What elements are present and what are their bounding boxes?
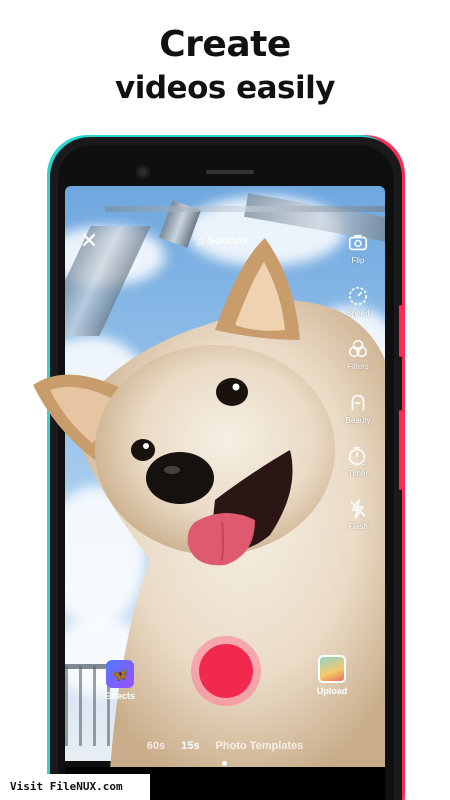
volume-button [399,410,402,490]
filters-icon [349,340,367,358]
mode-selector: 60s 15s Photo Templates [65,740,385,752]
beauty-button[interactable]: Beauty [340,392,376,425]
effects-button[interactable]: 🦋 Effects [100,660,140,701]
headline-line-2: videos easily [115,70,335,106]
sounds-button[interactable]: ♫ Sounds [195,233,248,248]
svg-text:3: 3 [362,458,367,467]
upload-button[interactable]: Upload [310,655,354,696]
filters-label: Filters [347,362,369,371]
record-button[interactable] [191,636,261,706]
speed-button[interactable]: Speed [340,285,376,318]
effects-label: Effects [104,691,135,701]
flash-icon [350,499,366,519]
speed-label: Speed [346,309,370,318]
music-note-icon: ♫ [195,233,205,248]
upload-thumbnail-icon [318,655,346,683]
timer-icon: 3 [348,446,367,467]
flip-label: Flip [351,256,365,265]
timer-button[interactable]: 3 Timer [340,445,376,478]
speed-icon [348,286,368,306]
watermark-text: Visit FileNUX.com [0,774,150,800]
flip-camera-icon [348,234,368,251]
earpiece-speaker [206,170,254,174]
flash-button[interactable]: Flash [340,498,376,531]
front-camera-icon [136,165,150,179]
timer-label: Timer [347,469,369,478]
close-icon[interactable]: ✕ [79,230,99,252]
flash-label: Flash [348,522,368,531]
headline: Create videos easily [0,22,450,108]
mode-60s[interactable]: 60s [147,740,165,752]
sounds-label: Sounds [207,234,249,247]
effects-icon: 🦋 [106,660,134,688]
mode-photo-templates[interactable]: Photo Templates [215,740,303,752]
power-button [399,305,402,357]
mode-15s[interactable]: 15s [181,740,199,752]
active-mode-indicator [222,761,227,766]
filters-button[interactable]: Filters [340,338,376,371]
headline-line-1: Create [159,24,291,65]
beauty-label: Beauty [345,416,371,425]
beauty-icon [351,394,365,411]
upload-label: Upload [316,686,348,696]
flip-button[interactable]: Flip [340,232,376,265]
